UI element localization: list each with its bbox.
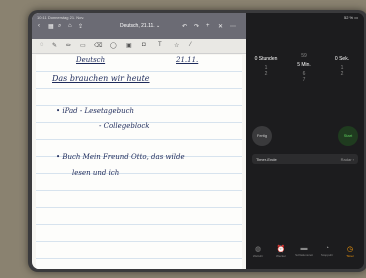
globe-icon: ◍: [254, 246, 262, 253]
redo-icon[interactable]: ↷: [194, 23, 199, 30]
ipad-screen: ‹ ▦ ⌕ ⌂ ⇪ Deutsch, 21.11. ⌄ ↶ ↷ + ✕ ⋯ ◌ …: [32, 13, 364, 269]
tab-label-schlafenszeit: Schlafenszeit: [295, 253, 313, 257]
battery-indicator: 52 % ▭: [343, 15, 358, 20]
note-page[interactable]: Deutsch 21.11. Das brauchen wir heute • …: [36, 55, 242, 269]
eraser-icon[interactable]: ⌫: [94, 42, 102, 49]
sticker-icon[interactable]: ☆: [174, 42, 179, 49]
add-page-icon[interactable]: +: [206, 23, 210, 29]
search-icon[interactable]: ⌕: [58, 23, 61, 30]
seconds-column[interactable]: 0 Sek. 1 2: [324, 53, 360, 77]
drawing-toolbar: ◌ ✎ ✏ ▭ ⌫ ◯ ▣ ◘ T ☆ ⁄: [32, 39, 246, 54]
note-header-left: Deutsch: [76, 56, 106, 64]
seconds-below-2: 2: [340, 71, 344, 77]
timer-icon: ◷: [346, 246, 354, 253]
timer-end-label: Timer-Ende: [256, 157, 277, 162]
minutes-selected: 5 Min.: [297, 62, 311, 68]
note-bullet-2: • Buch Mein Freund Otto, das wilde: [56, 153, 185, 161]
bookmark-icon[interactable]: ⌂: [68, 23, 72, 29]
start-button[interactable]: Start: [338, 126, 358, 146]
stopwatch-icon: ◔: [324, 245, 330, 252]
tab-label-timer: Timer: [346, 254, 354, 258]
lasso-icon[interactable]: ◌: [40, 42, 44, 48]
timer-end-value: Radar ›: [340, 157, 354, 162]
tab-stoppuhr[interactable]: ◔ Stoppuhr: [317, 245, 337, 257]
back-icon[interactable]: ‹: [38, 23, 40, 29]
text-icon[interactable]: T: [158, 42, 162, 48]
hours-below-2: 2: [264, 71, 268, 77]
minutes-above: 59: [301, 53, 307, 59]
cancel-button[interactable]: Fertig: [252, 126, 272, 146]
timer-end-row[interactable]: Timer-Ende Radar ›: [252, 154, 358, 164]
minutes-below-2: 7: [302, 77, 306, 83]
tab-label-wecker: Wecker: [275, 254, 287, 258]
tab-schlafenszeit[interactable]: ▬ Schlafenszeit: [294, 245, 314, 257]
timer-picker[interactable]: 0 Stunden 1 2 59 5 Min. 6 7 0 Sek. 1 2: [246, 53, 364, 113]
highlighter-icon[interactable]: ▭: [80, 42, 86, 49]
hours-column[interactable]: 0 Stunden 1 2: [248, 53, 284, 77]
tab-label-weltuhr: Weltuhr: [252, 254, 264, 258]
tab-weltuhr[interactable]: ◍ Weltuhr: [248, 245, 268, 258]
tab-wecker[interactable]: ⏰ Wecker: [271, 245, 291, 258]
bed-icon: ▬: [300, 245, 308, 252]
status-time: 10:11 Donnerstag 21. Nov.: [37, 15, 85, 20]
note-header-right: 21.11.: [176, 56, 199, 64]
tab-timer[interactable]: ◷ Timer: [340, 245, 360, 258]
clock-app-timer: 0 Stunden 1 2 59 5 Min. 6 7 0 Sek. 1 2 F…: [246, 13, 364, 269]
note-bullet-2b: lesen und ich: [72, 169, 120, 177]
note-bullet-1: • iPad - Lesetagebuch: [56, 107, 135, 115]
undo-icon[interactable]: ↶: [182, 23, 187, 30]
pencil-icon[interactable]: ✏: [66, 42, 71, 49]
seconds-selected: 0 Sek.: [334, 56, 350, 62]
close-icon[interactable]: ✕: [218, 23, 223, 30]
tab-label-stoppuhr: Stoppuhr: [320, 253, 334, 257]
note-title: Das brauchen wir heute: [52, 74, 150, 83]
hours-selected: 0 Stunden: [254, 56, 278, 62]
more-icon[interactable]: ⋯: [230, 23, 236, 30]
document-title[interactable]: Deutsch, 21.11. ⌄: [120, 23, 160, 29]
image-icon[interactable]: ▣: [126, 42, 132, 49]
camera-icon[interactable]: ◘: [142, 42, 146, 48]
grid-icon[interactable]: ▦: [48, 23, 54, 30]
status-bar: 10:11 Donnerstag 21. Nov. 52 % ▭: [32, 13, 364, 21]
pen-color-icon[interactable]: ⁄: [190, 42, 191, 48]
note-bullet-1b: - Collegeblock: [99, 122, 150, 130]
clock-tab-bar: ◍ Weltuhr ⏰ Wecker ▬ Schlafenszeit ◔ Stoppuh…: [246, 241, 364, 269]
pen-icon[interactable]: ✎: [52, 42, 57, 49]
shapes-icon[interactable]: ◯: [110, 42, 117, 49]
share-icon[interactable]: ⇪: [78, 23, 83, 30]
notes-app: ‹ ▦ ⌕ ⌂ ⇪ Deutsch, 21.11. ⌄ ↶ ↷ + ✕ ⋯ ◌ …: [32, 13, 246, 269]
minutes-column[interactable]: 59 5 Min. 6 7: [286, 53, 322, 83]
alarm-icon: ⏰: [276, 246, 286, 253]
